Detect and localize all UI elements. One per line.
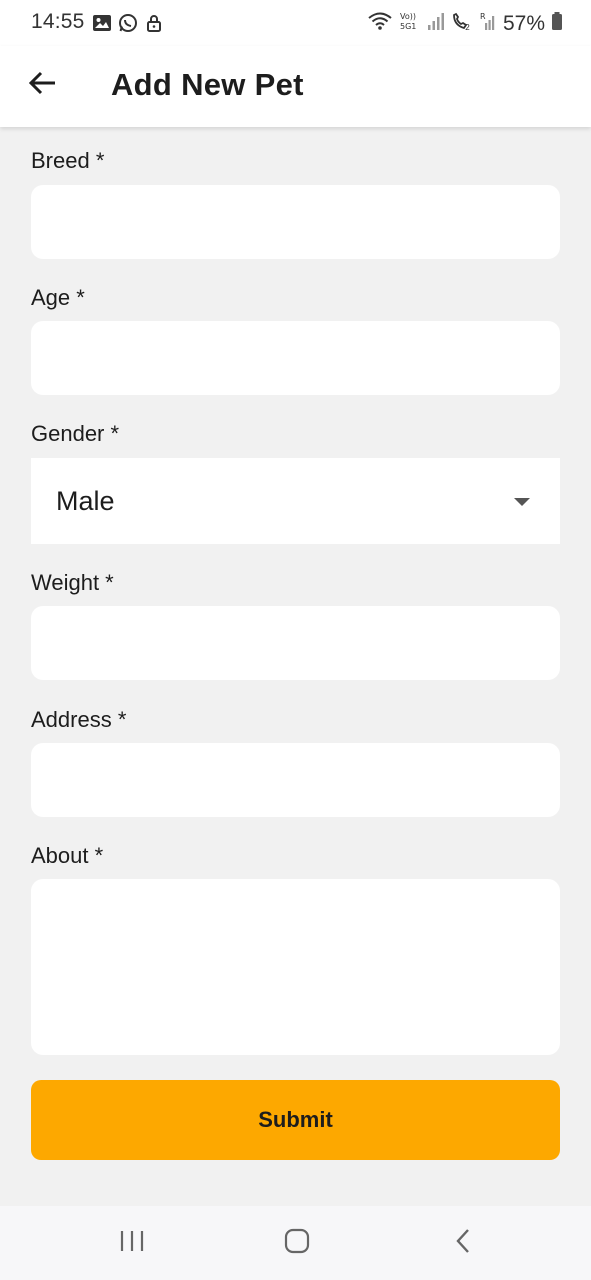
breed-label: Breed * bbox=[31, 148, 105, 173]
address-label: Address * bbox=[31, 707, 127, 732]
weight-input[interactable] bbox=[31, 606, 560, 680]
weight-label: Weight * bbox=[31, 570, 114, 595]
age-label: Age * bbox=[31, 285, 85, 310]
status-right-icons: Vo)) 5G1 2 R 57% bbox=[367, 10, 563, 37]
status-left-icons bbox=[92, 13, 164, 33]
page-title: Add New Pet bbox=[111, 67, 304, 102]
wifi-icon bbox=[367, 11, 393, 36]
svg-text:5G1: 5G1 bbox=[400, 22, 416, 31]
signal-icon bbox=[427, 11, 445, 36]
age-input[interactable] bbox=[31, 321, 560, 395]
volte-5g-icon: Vo)) 5G1 bbox=[399, 10, 421, 37]
status-time: 14:55 bbox=[31, 10, 85, 33]
home-button[interactable] bbox=[277, 1226, 317, 1260]
battery-percent: 57% bbox=[502, 11, 545, 35]
status-bar: 14:55 Vo)) 5G1 2 R 57% bbox=[0, 0, 591, 46]
about-textarea[interactable] bbox=[31, 879, 560, 1055]
submit-button[interactable]: Submit bbox=[31, 1080, 560, 1160]
battery-icon bbox=[551, 11, 563, 36]
caret-down-icon bbox=[514, 498, 530, 506]
signal-roaming-icon: R bbox=[479, 11, 497, 36]
recent-apps-button[interactable] bbox=[112, 1226, 152, 1260]
about-label: About * bbox=[31, 843, 104, 868]
lock-icon bbox=[144, 13, 164, 33]
gender-select[interactable]: Male bbox=[31, 458, 560, 544]
wifi-calling-icon: 2 bbox=[451, 11, 473, 36]
gender-selected-value: Male bbox=[56, 486, 115, 516]
svg-text:R: R bbox=[480, 12, 486, 21]
home-icon bbox=[284, 1228, 310, 1259]
back-button[interactable] bbox=[22, 64, 64, 106]
arrow-left-icon bbox=[28, 71, 57, 100]
breed-input[interactable] bbox=[31, 185, 560, 259]
whatsapp-icon bbox=[118, 13, 138, 33]
svg-text:2: 2 bbox=[465, 23, 470, 31]
address-input[interactable] bbox=[31, 743, 560, 817]
back-icon bbox=[454, 1228, 472, 1259]
recent-apps-icon bbox=[119, 1229, 145, 1258]
gallery-icon bbox=[92, 13, 112, 33]
app-bar: Add New Pet bbox=[0, 46, 591, 127]
nav-back-button[interactable] bbox=[443, 1226, 483, 1260]
svg-text:Vo)): Vo)) bbox=[400, 12, 416, 21]
system-nav-bar bbox=[0, 1206, 591, 1280]
gender-label: Gender * bbox=[31, 421, 120, 446]
